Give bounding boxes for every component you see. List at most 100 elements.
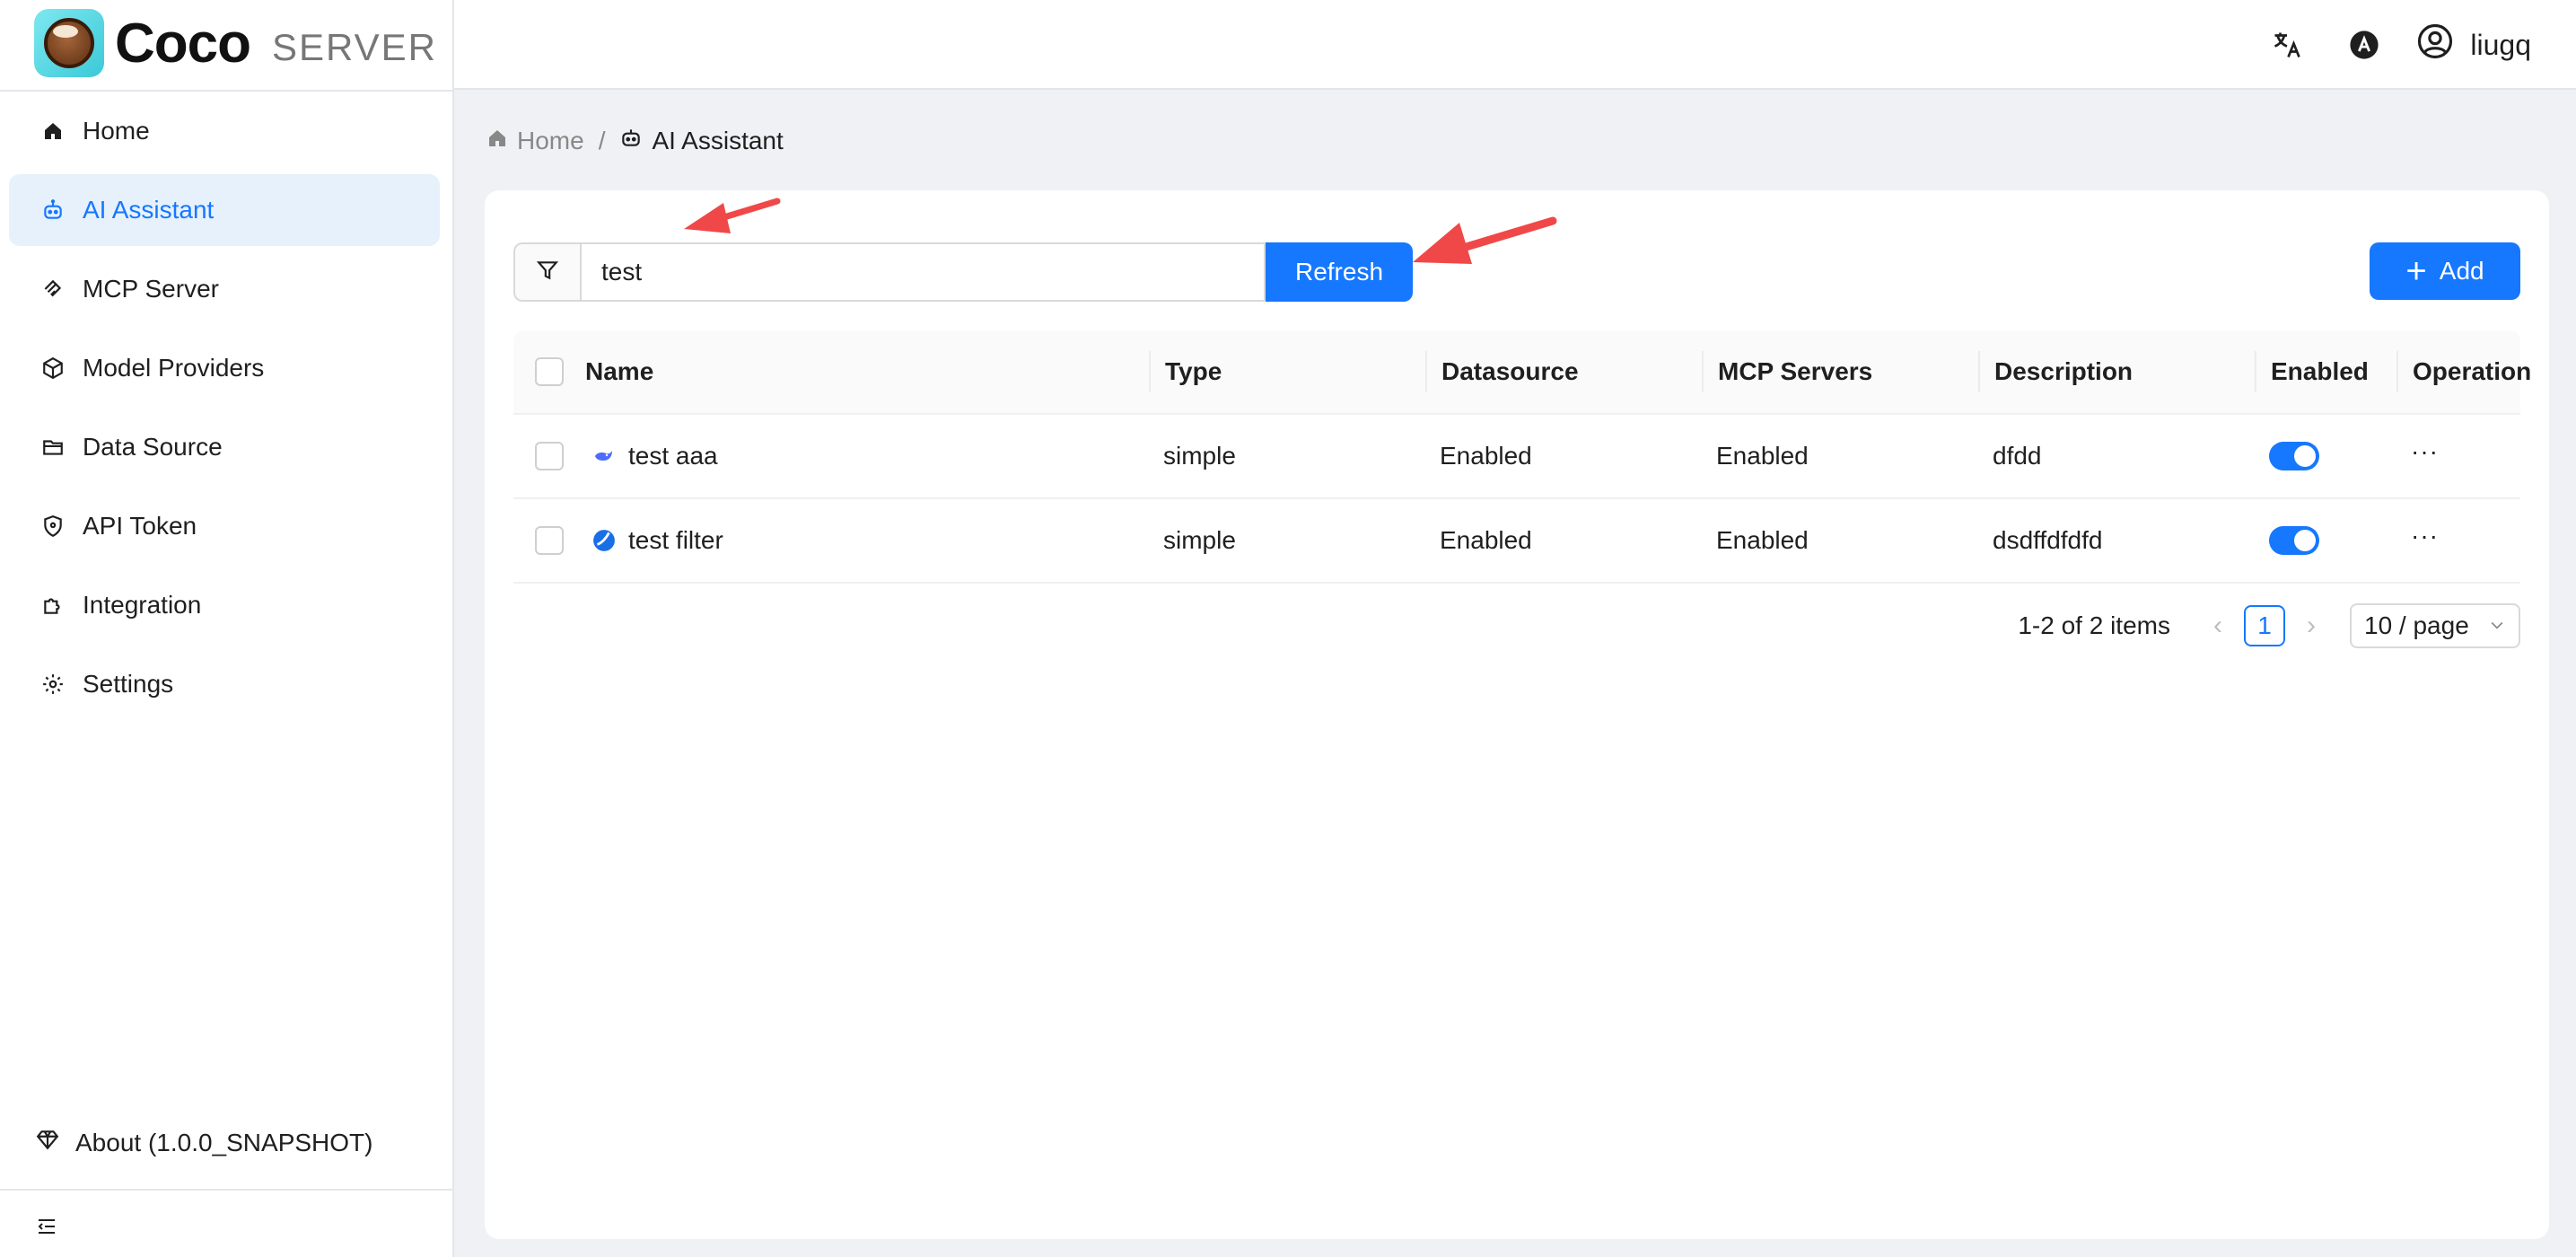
- sidebar-item-label: Integration: [83, 591, 202, 619]
- home-icon: [39, 118, 66, 145]
- search-bar: Refresh: [513, 242, 1413, 302]
- more-actions-icon[interactable]: ···: [2411, 437, 2439, 466]
- sidebar-item-label: MCP Server: [83, 275, 219, 303]
- brand-sub: SERVER: [272, 26, 437, 68]
- sidebar-item-label: AI Assistant: [83, 196, 215, 224]
- table-row[interactable]: test filter simple Enabled Enabled dsdff…: [513, 499, 2520, 584]
- breadcrumb-current: AI Assistant: [619, 126, 784, 155]
- select-all-checkbox[interactable]: [535, 357, 564, 386]
- top-header: liugq: [454, 0, 2576, 90]
- collapse-sidebar-icon[interactable]: [36, 1216, 57, 1242]
- mcp-servers-cell: Enabled: [1716, 442, 1809, 470]
- page-size-select[interactable]: 10 / page: [2350, 603, 2520, 648]
- table-row[interactable]: test aaa simple Enabled Enabled dfdd ···: [513, 415, 2520, 499]
- next-page-icon[interactable]: ›: [2298, 611, 2325, 641]
- sidebar-item-integration[interactable]: Integration: [9, 569, 440, 641]
- chevron-down-icon: [2488, 611, 2506, 640]
- breadcrumb-separator: /: [598, 126, 606, 154]
- column-header-type[interactable]: Type: [1149, 351, 1425, 392]
- home-icon: [486, 127, 508, 155]
- brand-logo[interactable]: Coco SERVER: [34, 7, 437, 79]
- sidebar-item-ai-assistant[interactable]: AI Assistant: [9, 174, 440, 246]
- model-logo-icon: [592, 529, 616, 552]
- coconut-logo-icon: [34, 9, 104, 77]
- operation-cell: ···: [2396, 499, 2520, 582]
- sidebar-item-home[interactable]: Home: [9, 95, 440, 167]
- name-cell: test filter: [585, 499, 1149, 582]
- theme-icon[interactable]: [2339, 20, 2389, 70]
- page-number[interactable]: 1: [2244, 605, 2285, 646]
- add-button[interactable]: + Add: [2370, 242, 2520, 300]
- row-name: test aaa: [628, 442, 718, 470]
- folder-icon: [39, 434, 66, 461]
- breadcrumb-home-label: Home: [517, 126, 584, 154]
- sidebar-item-label: API Token: [83, 512, 197, 540]
- sidebar-item-mcp-server[interactable]: MCP Server: [9, 253, 440, 325]
- sidebar-item-settings[interactable]: Settings: [9, 648, 440, 720]
- column-header-datasource[interactable]: Datasource: [1425, 351, 1702, 392]
- prev-page-icon[interactable]: ‹: [2204, 611, 2231, 641]
- column-header-name[interactable]: Name: [585, 351, 1149, 392]
- gear-icon: [39, 671, 66, 698]
- type-cell: simple: [1163, 442, 1236, 470]
- sidebar-item-label: Data Source: [83, 433, 223, 461]
- add-button-label: Add: [2439, 257, 2484, 285]
- row-checkbox[interactable]: [535, 442, 564, 470]
- refresh-button[interactable]: Refresh: [1266, 242, 1413, 302]
- select-all-cell: [513, 351, 585, 392]
- content-card: Refresh + Add Name Type Datasource MCP S…: [485, 190, 2549, 1239]
- translate-icon[interactable]: [2262, 20, 2312, 70]
- sidebar-nav: Home AI Assistant MCP Server Model Provi…: [9, 95, 440, 727]
- about-label: About (1.0.0_SNAPSHOT): [75, 1128, 373, 1156]
- mcp-icon: [39, 276, 66, 303]
- row-name: test filter: [628, 526, 723, 554]
- row-checkbox[interactable]: [535, 526, 564, 555]
- breadcrumb-home[interactable]: Home: [486, 127, 584, 155]
- column-header-mcp-servers[interactable]: MCP Servers: [1702, 351, 1978, 392]
- robot-icon: [39, 197, 66, 224]
- more-actions-icon[interactable]: ···: [2411, 522, 2439, 550]
- type-cell: simple: [1163, 526, 1236, 554]
- shield-icon: [39, 513, 66, 540]
- header-tools: liugq: [2235, 20, 2531, 70]
- robot-icon: [619, 126, 643, 155]
- description-cell: dsdffdfdfd: [1993, 526, 2103, 554]
- breadcrumb: Home / AI Assistant: [486, 126, 784, 155]
- enabled-toggle[interactable]: [2269, 442, 2319, 470]
- table-header: Name Type Datasource MCP Servers Descrip…: [513, 330, 2531, 415]
- column-header-operation: Operation: [2396, 351, 2531, 392]
- puzzle-icon: [39, 592, 66, 619]
- sidebar-item-api-token[interactable]: API Token: [9, 490, 440, 562]
- user-menu[interactable]: liugq: [2416, 22, 2531, 67]
- breadcrumb-current-label: AI Assistant: [652, 126, 784, 154]
- filter-button[interactable]: [513, 242, 580, 302]
- cube-icon: [39, 355, 66, 382]
- pagination-total: 1-2 of 2 items: [2018, 611, 2170, 639]
- enabled-cell: [2255, 499, 2396, 582]
- row-select-cell: [513, 499, 585, 582]
- enabled-toggle[interactable]: [2269, 526, 2319, 555]
- sidebar-item-label: Model Providers: [83, 354, 265, 382]
- sidebar-item-label: Settings: [83, 670, 174, 698]
- column-header-description[interactable]: Description: [1978, 351, 2255, 392]
- pagination: 1-2 of 2 items ‹ 1 › 10 / page: [2018, 603, 2520, 648]
- sidebar-item-data-source[interactable]: Data Source: [9, 411, 440, 483]
- plus-icon: +: [2405, 251, 2427, 291]
- enabled-cell: [2255, 415, 2396, 497]
- filter-icon: [536, 259, 559, 286]
- sidebar-item-model-providers[interactable]: Model Providers: [9, 332, 440, 404]
- name-cell: test aaa: [585, 415, 1149, 497]
- search-input[interactable]: [580, 242, 1266, 302]
- whale-icon: [592, 444, 616, 468]
- sidebar-bottom-divider: [0, 1189, 454, 1191]
- brand-name: Coco: [115, 12, 251, 75]
- about-version[interactable]: About (1.0.0_SNAPSHOT): [36, 1128, 372, 1157]
- username: liugq: [2470, 28, 2531, 61]
- operation-cell: ···: [2396, 415, 2520, 497]
- assistant-table: Name Type Datasource MCP Servers Descrip…: [513, 330, 2531, 584]
- column-header-enabled[interactable]: Enabled: [2255, 351, 2396, 392]
- description-cell: dfdd: [1993, 442, 2042, 470]
- sidebar-item-label: Home: [83, 117, 150, 145]
- page-size-value: 10 / page: [2364, 611, 2469, 639]
- row-select-cell: [513, 415, 585, 497]
